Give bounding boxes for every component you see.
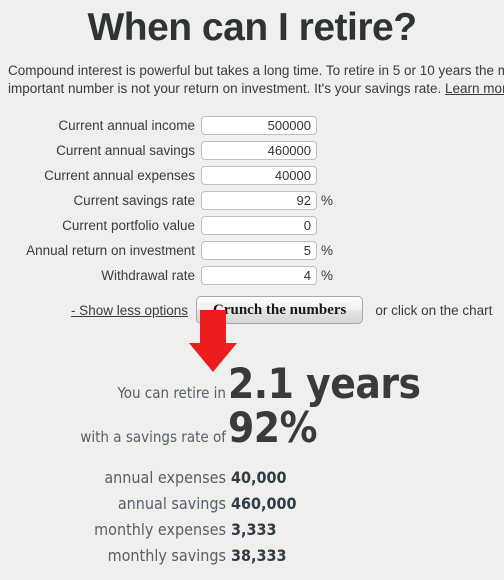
summary-section: annual expenses 40,000 annual savings 46… (0, 468, 504, 572)
form-row-current-savings-rate: Current savings rate % (0, 188, 504, 213)
suffix-current-savings-rate: % (321, 193, 334, 208)
label-withdrawal-rate: Withdrawal rate (101, 268, 195, 283)
label-annual-return-on-investment: Annual return on investment (26, 243, 195, 258)
input-annual-return-on-investment[interactable] (201, 241, 317, 260)
label-current-portfolio-value: Current portfolio value (62, 218, 195, 233)
summary-row-annual-expenses: annual expenses 40,000 (0, 468, 504, 494)
form-row-annual-return-on-investment: Annual return on investment % (0, 238, 504, 263)
form-row-current-annual-savings: Current annual savings (0, 138, 504, 163)
summary-value-annual-expenses: 40,000 (231, 468, 287, 487)
calculator-form: Current annual income Current annual sav… (0, 113, 504, 288)
label-current-annual-expenses: Current annual expenses (44, 168, 195, 183)
summary-row-monthly-savings: monthly savings 38,333 (0, 546, 504, 572)
summary-row-monthly-expenses: monthly expenses 3,333 (0, 520, 504, 546)
input-current-annual-savings[interactable] (201, 141, 317, 160)
result-line-savings-rate: with a savings rate of 92% (0, 403, 504, 452)
suffix-annual-return-on-investment: % (321, 243, 334, 258)
summary-value-annual-savings: 460,000 (231, 494, 297, 513)
input-current-annual-expenses[interactable] (201, 166, 317, 185)
input-current-portfolio-value[interactable] (201, 216, 317, 235)
results-section: You can retire in 2.1 years with a savin… (0, 359, 504, 452)
form-row-withdrawal-rate: Withdrawal rate % (0, 263, 504, 288)
form-row-current-annual-income: Current annual income (0, 113, 504, 138)
input-current-savings-rate[interactable] (201, 191, 317, 210)
chart-hint-text: or click on the chart (375, 302, 493, 318)
result-value-savings-rate: 92% (228, 403, 317, 452)
summary-row-annual-savings: annual savings 460,000 (0, 494, 504, 520)
action-row: - Show less options Crunch the numbers o… (0, 296, 504, 324)
form-row-current-annual-expenses: Current annual expenses (0, 163, 504, 188)
result-label-savings-rate: with a savings rate of (80, 428, 226, 446)
input-withdrawal-rate[interactable] (201, 266, 317, 285)
result-line-retire-in: You can retire in 2.1 years (0, 359, 504, 408)
crunch-the-numbers-button[interactable]: Crunch the numbers (196, 296, 364, 324)
label-current-annual-savings: Current annual savings (56, 143, 195, 158)
learn-more-link[interactable]: Learn more (445, 81, 504, 96)
retirement-calculator-page: When can I retire? Compound interest is … (0, 0, 504, 580)
form-row-current-portfolio-value: Current portfolio value (0, 213, 504, 238)
summary-value-monthly-savings: 38,333 (231, 546, 287, 565)
summary-label-monthly-savings: monthly savings (107, 546, 226, 565)
page-title: When can I retire? (87, 6, 417, 49)
result-label-retire-in: You can retire in (117, 384, 226, 402)
intro-text: Compound interest is powerful but takes … (8, 63, 504, 96)
intro-paragraph: Compound interest is powerful but takes … (8, 62, 504, 98)
summary-label-annual-savings: annual savings (117, 494, 226, 513)
show-less-options-link[interactable]: - Show less options (0, 303, 188, 318)
input-current-annual-income[interactable] (201, 116, 317, 135)
result-value-retire-in: 2.1 years (228, 359, 421, 408)
summary-label-monthly-expenses: monthly expenses (94, 520, 226, 539)
suffix-withdrawal-rate: % (321, 268, 334, 283)
label-current-annual-income: Current annual income (58, 118, 195, 133)
label-current-savings-rate: Current savings rate (73, 193, 195, 208)
summary-value-monthly-expenses: 3,333 (231, 520, 277, 539)
summary-label-annual-expenses: annual expenses (104, 468, 226, 487)
